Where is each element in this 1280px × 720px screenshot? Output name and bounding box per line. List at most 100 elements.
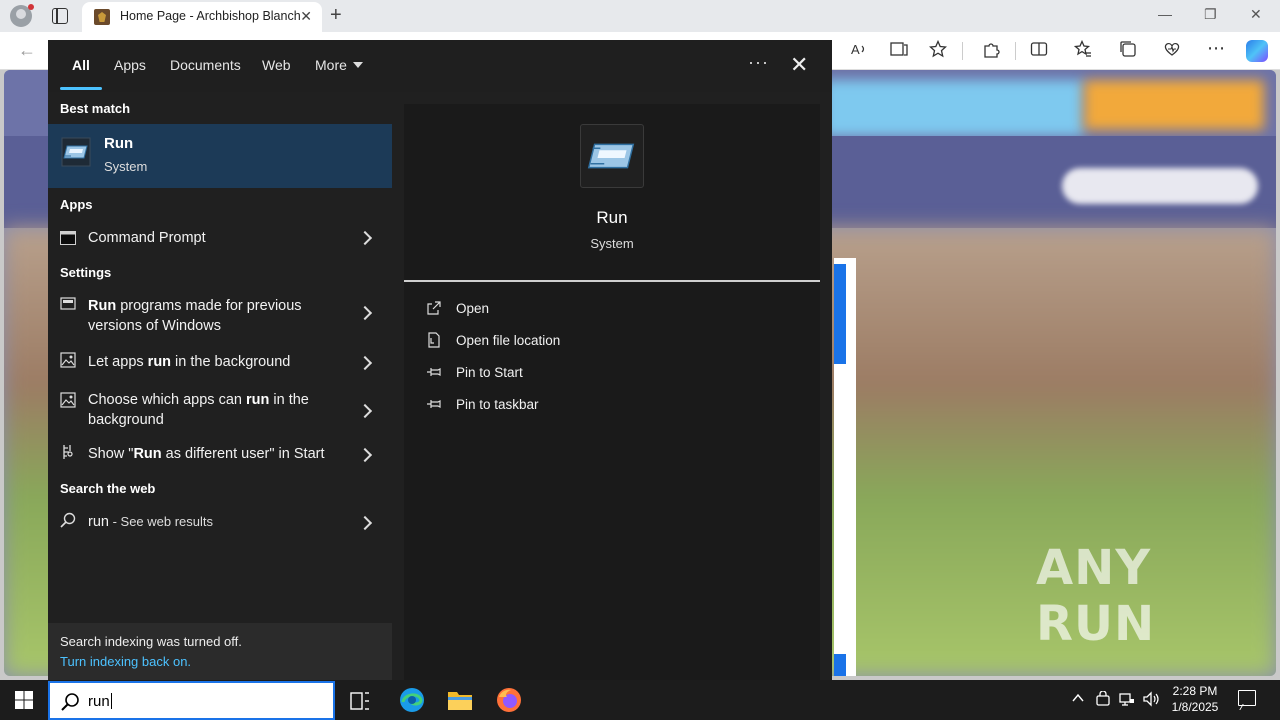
search-icon	[61, 693, 79, 711]
web-query: run	[88, 514, 109, 530]
toolbar-divider	[962, 42, 963, 60]
browser-essentials-icon[interactable]	[1161, 40, 1183, 62]
network-icon[interactable]	[1119, 691, 1135, 710]
result-label-pre: Let apps	[88, 354, 148, 370]
tab-close-button[interactable]: ✕	[300, 8, 312, 25]
back-button[interactable]: ←	[18, 40, 36, 61]
preview-divider	[404, 280, 820, 282]
restore-button[interactable]: ❐	[1204, 6, 1217, 23]
text-cursor	[110, 693, 112, 709]
result-label-bold: Run	[88, 298, 117, 314]
result-let-apps-run-background[interactable]: Let apps run in the background	[48, 342, 392, 382]
pin-icon	[427, 400, 441, 408]
read-aloud-icon[interactable]: A	[848, 40, 870, 62]
task-view-icon[interactable]	[349, 690, 371, 712]
action-open[interactable]: Open	[426, 298, 726, 322]
image-settings-icon	[60, 352, 76, 368]
page-header-button[interactable]	[1084, 80, 1264, 130]
split-screen-icon[interactable]	[1028, 40, 1050, 62]
favorite-star-icon[interactable]	[927, 39, 949, 62]
image-settings-icon	[60, 392, 76, 408]
result-web-search[interactable]: run - See web results	[48, 502, 392, 542]
section-best-match: Best match	[60, 101, 131, 116]
search-input[interactable]: run	[88, 693, 112, 710]
preview-app-name: Run	[596, 208, 628, 227]
window-close-button[interactable]: ✕	[1250, 6, 1262, 23]
command-prompt-icon	[60, 231, 76, 245]
result-run-previous-versions[interactable]: Run programs made for previous versions …	[48, 286, 392, 338]
chevron-right-icon[interactable]	[357, 515, 373, 531]
chevron-right-icon[interactable]	[357, 447, 373, 463]
action-open-file-location[interactable]: Open file location	[426, 330, 726, 354]
action-pin-to-start[interactable]: Pin to Start	[426, 362, 726, 386]
action-label: Pin to taskbar	[456, 397, 539, 412]
tab-documents[interactable]: Documents	[170, 57, 241, 73]
close-search-button[interactable]: ✕	[790, 52, 808, 78]
result-label: Show "Run as different user" in Start	[88, 444, 348, 464]
collections-icon[interactable]	[1117, 40, 1139, 62]
browser-tab[interactable]: Home Page - Archbishop Blanch ✕	[82, 2, 322, 32]
results-list: Best match Run System Apps Command Promp…	[48, 92, 392, 680]
action-pin-to-taskbar[interactable]: Pin to taskbar	[426, 394, 726, 418]
result-label: Choose which apps can run in the backgro…	[88, 390, 348, 430]
chevron-right-icon[interactable]	[357, 403, 373, 419]
result-label-rest: as different user" in Start	[161, 446, 325, 462]
immersive-reader-icon[interactable]	[888, 40, 910, 62]
chevron-right-icon[interactable]	[357, 305, 373, 321]
best-match-subtitle: System	[104, 159, 148, 174]
volume-icon[interactable]	[1143, 691, 1161, 710]
taskbar-search-box[interactable]: run	[48, 681, 335, 720]
more-options-icon[interactable]: ···	[748, 52, 769, 73]
minimize-button[interactable]: —	[1158, 6, 1172, 22]
action-label: Open file location	[456, 333, 561, 348]
tab-more[interactable]: More	[315, 57, 363, 73]
search-input-value: run	[88, 693, 110, 710]
section-apps: Apps	[60, 197, 93, 212]
result-label-bold: Run	[133, 446, 162, 462]
windows-start-icon[interactable]	[15, 691, 33, 709]
system-clock[interactable]: 2:28 PM 1/8/2025	[1166, 683, 1224, 715]
tab-title: Home Page - Archbishop Blanch	[120, 9, 300, 23]
result-show-run-as-different-user[interactable]: Show "Run as different user" in Start	[48, 434, 392, 474]
chevron-right-icon[interactable]	[357, 355, 373, 371]
result-label: Let apps run in the background	[88, 352, 348, 372]
settings-more-icon[interactable]: ⋯	[1205, 38, 1227, 60]
show-hidden-icons-chevron-up-icon[interactable]	[1071, 691, 1085, 708]
result-command-prompt[interactable]: Command Prompt	[48, 218, 392, 258]
tab-actions-icon[interactable]	[52, 8, 68, 24]
tab-apps[interactable]: Apps	[114, 57, 146, 73]
clock-date: 1/8/2025	[1171, 700, 1219, 714]
chevron-right-icon[interactable]	[357, 230, 373, 246]
result-label-bold: run	[147, 354, 172, 370]
new-tab-button[interactable]: +	[330, 4, 342, 27]
indexing-message: Search indexing was turned off.	[60, 634, 242, 649]
favorites-icon[interactable]	[1072, 39, 1094, 62]
result-choose-apps-run-background[interactable]: Choose which apps can run in the backgro…	[48, 382, 392, 434]
chevron-down-icon	[352, 62, 363, 68]
file-explorer-icon[interactable]	[447, 688, 473, 712]
start-search-panel: All Apps Documents Web More ··· ✕ Best m…	[48, 40, 832, 680]
section-settings: Settings	[60, 265, 112, 280]
active-tab-indicator	[60, 87, 102, 90]
notification-center-icon[interactable]	[1238, 690, 1256, 706]
turn-indexing-on-link[interactable]: Turn indexing back on.	[60, 654, 191, 669]
open-icon	[427, 301, 441, 315]
tab-all[interactable]: All	[72, 57, 90, 73]
edge-browser-icon[interactable]	[399, 687, 425, 713]
tab-web[interactable]: Web	[262, 57, 291, 73]
firefox-icon[interactable]	[496, 687, 522, 713]
run-app-icon	[587, 143, 635, 169]
extensions-icon[interactable]	[980, 40, 1002, 62]
security-icon[interactable]	[1095, 690, 1111, 710]
page-blue-tab	[834, 654, 846, 676]
profile-notification-dot	[28, 4, 34, 10]
run-app-icon	[61, 137, 91, 167]
action-label: Pin to Start	[456, 365, 523, 380]
copilot-icon[interactable]	[1246, 40, 1268, 62]
page-search-box[interactable]	[1062, 168, 1258, 204]
web-suffix: - See web results	[108, 514, 214, 529]
best-match-item[interactable]: Run System	[48, 124, 392, 188]
preview-pane: Run System Open Open file location Pin t…	[404, 104, 820, 680]
watermark-logo: ANY RUN	[1036, 540, 1156, 652]
result-label-pre: Choose which apps can	[88, 392, 246, 408]
